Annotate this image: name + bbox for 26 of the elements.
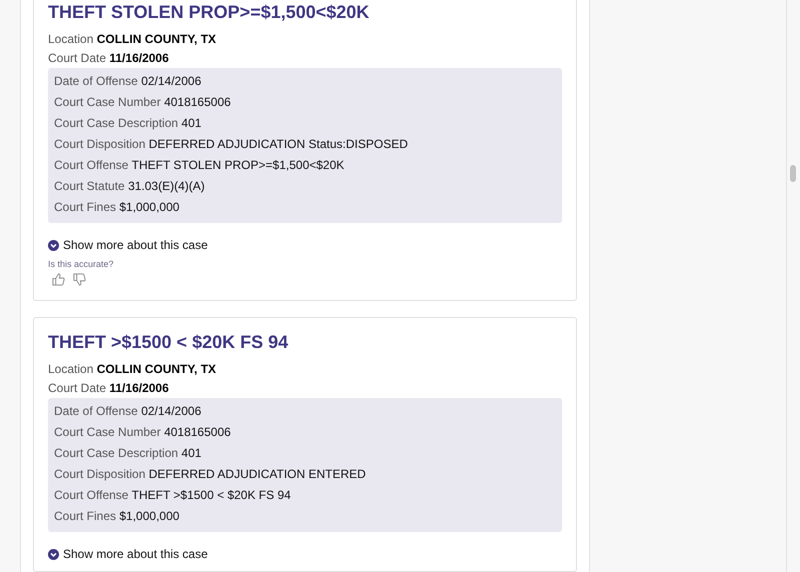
show-more-link[interactable]: Show more about this case: [48, 238, 208, 252]
detail-field: Court Case Description 401: [54, 443, 556, 464]
detail-field: Court Fines $1,000,000: [54, 197, 556, 218]
detail-field: Court Offense THEFT >$1500 < $20K FS 94: [54, 485, 556, 506]
chevron-down-icon: [48, 548, 59, 560]
detail-field: Date of Offense 02/14/2006: [54, 401, 556, 422]
case-title: THEFT >$1500 < $20K FS 94: [48, 332, 290, 353]
thumbs-down-icon[interactable]: [73, 273, 86, 286]
detail-field: Court Offense THEFT STOLEN PROP>=$1,500<$20K: [54, 155, 556, 176]
detail-field: Court Disposition DEFERRED ADJUDICATION ENTERED: [54, 464, 556, 485]
chevron-down-icon: [48, 240, 59, 250]
detail-field: Court Case Number 4018165006: [54, 422, 556, 443]
case-field: Location COLLIN COUNTY, TX: [48, 30, 562, 49]
detail-field: Court Case Description 401: [54, 113, 556, 134]
case-field: Court Date 11/16/2006: [48, 49, 562, 68]
detail-field: Court Fines $1,000,000: [54, 506, 556, 527]
thumbs-up-icon[interactable]: [52, 273, 65, 286]
case-field: Location COLLIN COUNTY, TX: [48, 360, 562, 379]
case-field: Court Date 11/16/2006: [48, 379, 562, 398]
show-more-link[interactable]: Show more about this case: [48, 547, 208, 561]
detail-field: Date of Offense 02/14/2006: [54, 71, 556, 92]
detail-field: Court Statute 31.03(E)(4)(A): [54, 176, 556, 197]
case-title: THEFT STOLEN PROP>=$1,500<$20K: [48, 2, 370, 23]
feedback-question: Is this accurate?: [48, 259, 115, 269]
detail-field: Court Case Number 4018165006: [54, 92, 556, 113]
detail-field: Court Disposition DEFERRED ADJUDICATION Status:DISPOSED: [54, 134, 556, 155]
